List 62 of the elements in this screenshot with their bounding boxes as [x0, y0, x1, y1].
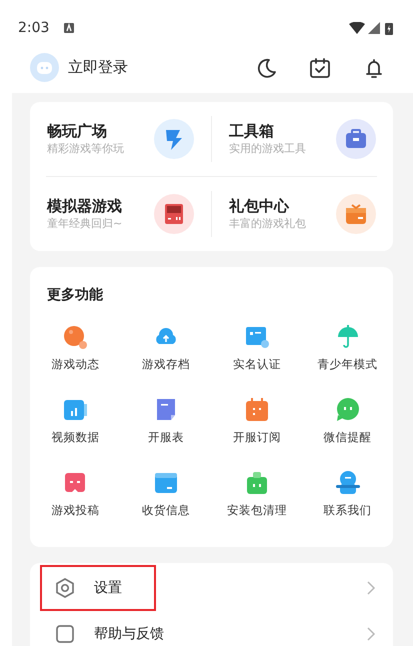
chevron-icon [366, 626, 376, 642]
feature-item[interactable]: 游戏动态 [30, 314, 121, 387]
mascot-icon [334, 470, 361, 496]
feature-label: 联系我们 [324, 502, 372, 519]
chevron-icon [366, 580, 376, 596]
quick-link-title: 工具箱 [229, 121, 275, 141]
feature-label: 微信提醒 [324, 429, 372, 446]
feature-item[interactable]: 开服订阅 [212, 387, 302, 460]
quick-link-title: 模拟器游戏 [47, 196, 123, 216]
feature-item[interactable]: 实名认证 [212, 314, 302, 387]
quick-link[interactable]: 礼包中心 丰富的游戏礼包 [212, 183, 393, 245]
moon-icon[interactable] [255, 56, 277, 78]
quick-link-title: 礼包中心 [229, 196, 290, 216]
login-link[interactable]: 立即登录 [68, 56, 128, 79]
menu-item[interactable]: 设置 [40, 565, 156, 611]
feature-label: 青少年模式 [318, 356, 378, 373]
feature-label: 安装包清理 [226, 502, 287, 519]
signal-icon [368, 22, 380, 34]
feature-item[interactable]: 收货信息 [120, 460, 212, 533]
quick-link[interactable]: 模拟器游戏 童年经典回归~ [30, 183, 211, 245]
feature-label: 游戏动态 [51, 356, 100, 373]
feature-item[interactable]: 联系我们 [302, 460, 393, 533]
quick-link-subtitle: 童年经典回归~ [47, 216, 124, 232]
feature-item[interactable]: 开服表 [120, 387, 212, 460]
battery-icon [385, 22, 393, 34]
chat-bubble-icon [334, 397, 361, 423]
wifi-icon [349, 22, 365, 34]
game-console-icon [154, 194, 194, 234]
feature-label: 实名认证 [232, 356, 281, 373]
status-time: 2:03 [18, 18, 50, 38]
quick-link[interactable]: 工具箱 实用的游戏工具 [212, 108, 393, 170]
notification-icon [63, 22, 76, 34]
bar-chart-icon [62, 397, 88, 423]
quick-link[interactable]: 畅玩广场 精彩游戏等你玩 [30, 108, 211, 170]
quick-link-title: 畅玩广场 [47, 121, 108, 141]
quick-link-subtitle: 丰富的游戏礼包 [229, 216, 307, 232]
toolbox-icon [336, 119, 376, 159]
feature-item[interactable]: 微信提醒 [302, 387, 393, 460]
gift-icon [336, 194, 376, 234]
bell-icon[interactable] [363, 56, 385, 78]
section-title: 更多功能 [46, 286, 104, 305]
feature-item[interactable]: 青少年模式 [302, 314, 393, 387]
feature-item[interactable]: 安装包清理 [212, 460, 302, 533]
feature-item[interactable]: 游戏投稿 [30, 460, 121, 533]
id-card-icon [244, 324, 270, 350]
quick-link-subtitle: 精彩游戏等你玩 [47, 141, 125, 157]
tray-icon [153, 470, 180, 496]
feature-label: 视频数据 [51, 429, 100, 446]
feature-item[interactable]: 游戏存档 [120, 314, 212, 387]
feature-label: 游戏投稿 [51, 502, 100, 519]
ball-icon [62, 324, 88, 350]
calendar-icon [244, 397, 270, 423]
calendar-check-icon[interactable] [309, 56, 331, 78]
feature-item[interactable]: 视频数据 [30, 387, 121, 460]
settings-icon [54, 577, 76, 599]
lightning-icon [154, 119, 194, 159]
quick-link-subtitle: 实用的游戏工具 [229, 141, 307, 157]
feature-label: 游戏存档 [142, 356, 190, 373]
feature-label: 开服表 [148, 429, 184, 446]
feature-label: 开服订阅 [232, 429, 281, 446]
feature-label: 收货信息 [142, 502, 190, 519]
menu-item[interactable]: 帮助与反馈 [40, 611, 198, 646]
